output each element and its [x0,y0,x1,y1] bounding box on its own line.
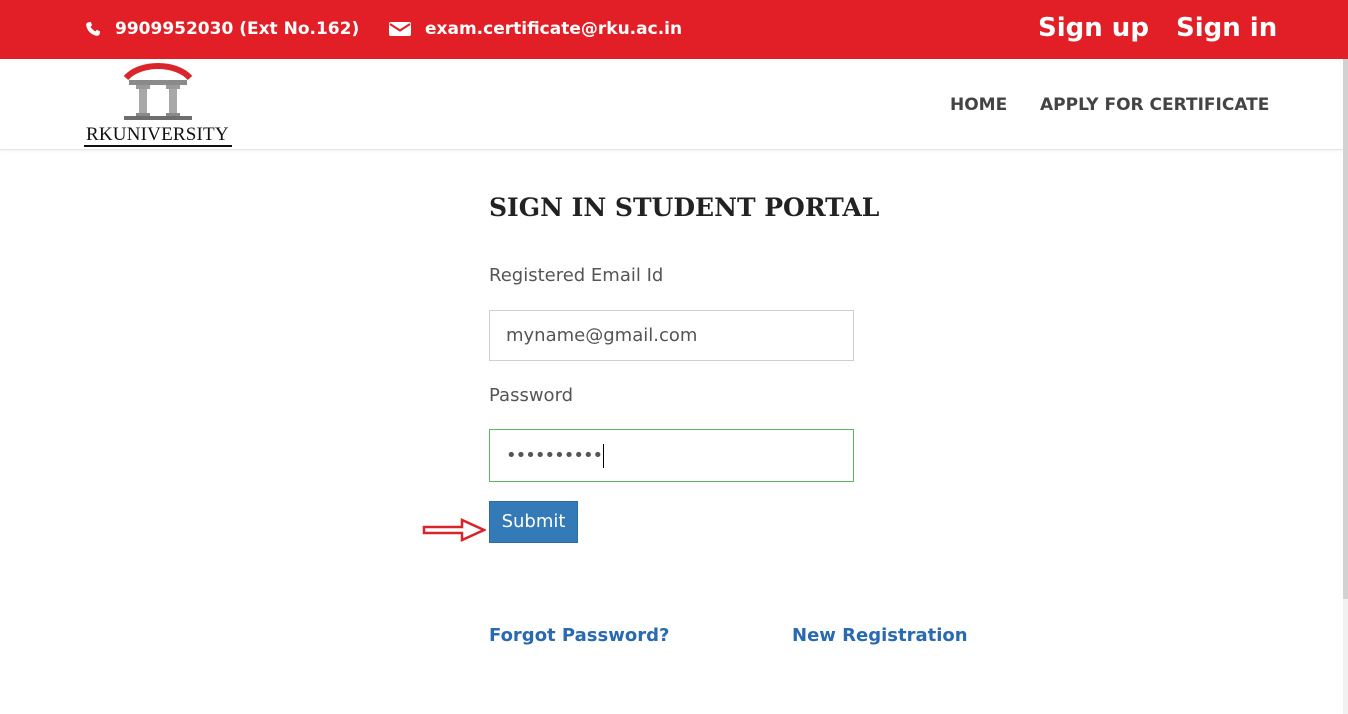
sign-up-link[interactable]: Sign up [1038,13,1149,43]
page-title: SIGN IN STUDENT PORTAL [489,193,880,222]
email-label: Registered Email Id [489,265,664,286]
logo-text: RKUNIVERSITY [86,124,229,145]
scrollbar-thumb[interactable] [1343,59,1348,599]
text-cursor [603,444,605,468]
new-registration-link[interactable]: New Registration [792,625,968,646]
phone-icon [86,22,100,36]
university-logo[interactable]: RKUNIVERSITY [84,63,234,147]
phone-number: 9909952030 (Ext No.162) [115,19,360,39]
logo-underline [84,145,232,147]
contact-email: exam.certificate@rku.ac.in [389,19,682,39]
top-contact-bar: 9909952030 (Ext No.162) exam.certificate… [0,0,1348,59]
email-address[interactable]: exam.certificate@rku.ac.in [425,19,682,39]
logo-emblem-icon [123,63,193,120]
password-label: Password [489,385,574,406]
submit-button[interactable]: Submit [489,501,578,543]
password-field[interactable]: •••••••••• [489,429,854,482]
main-navbar: RKUNIVERSITY HOME APPLY FOR CERTIFICATE [0,59,1343,150]
envelope-icon [389,22,411,36]
nav-home[interactable]: HOME [950,95,1007,115]
email-field[interactable]: myname@gmail.com [489,310,854,361]
contact-phone: 9909952030 (Ext No.162) [85,19,359,39]
email-field-value: myname@gmail.com [506,325,698,346]
red-outline-arrow-icon [422,518,486,542]
forgot-password-link[interactable]: Forgot Password? [489,625,669,646]
nav-apply-for-certificate[interactable]: APPLY FOR CERTIFICATE [1040,95,1269,115]
password-field-value: •••••••••• [506,445,603,466]
sign-in-link[interactable]: Sign in [1176,13,1277,43]
